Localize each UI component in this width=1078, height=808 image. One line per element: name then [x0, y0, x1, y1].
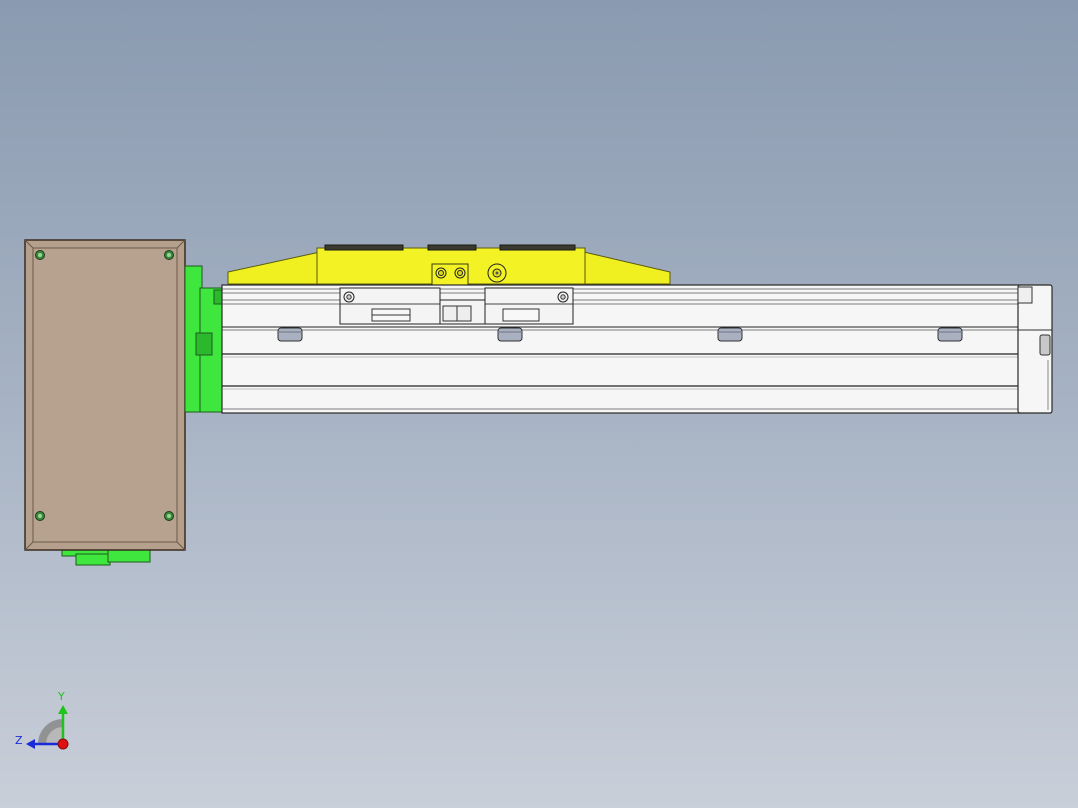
z-axis-label: Z	[15, 734, 23, 747]
mount-bolt-icon	[277, 327, 303, 342]
motor-screw-icon	[35, 250, 45, 260]
x-axis-point	[57, 738, 69, 750]
orientation-triad[interactable]: Y Z	[15, 690, 69, 750]
coupler-tab	[195, 332, 213, 356]
motor-connector-right	[107, 549, 151, 563]
motor-assembly[interactable]	[24, 239, 186, 566]
grease-fitting-icon	[487, 263, 507, 283]
cad-viewport[interactable]: Y Z	[0, 0, 1078, 808]
mount-bolt-icon	[937, 327, 963, 342]
mount-bolt-icon	[717, 327, 743, 342]
coupler-assembly[interactable]	[184, 265, 226, 413]
motor-face	[32, 247, 178, 543]
y-axis-label: Y	[57, 690, 65, 703]
motor-connector-bottom	[75, 553, 111, 566]
model-canvas[interactable]: Y Z	[0, 0, 1078, 808]
motor-screw-icon	[35, 511, 45, 521]
motor-screw-icon	[164, 511, 174, 521]
mount-bolt-icon	[497, 327, 523, 342]
motor-screw-icon	[164, 250, 174, 260]
